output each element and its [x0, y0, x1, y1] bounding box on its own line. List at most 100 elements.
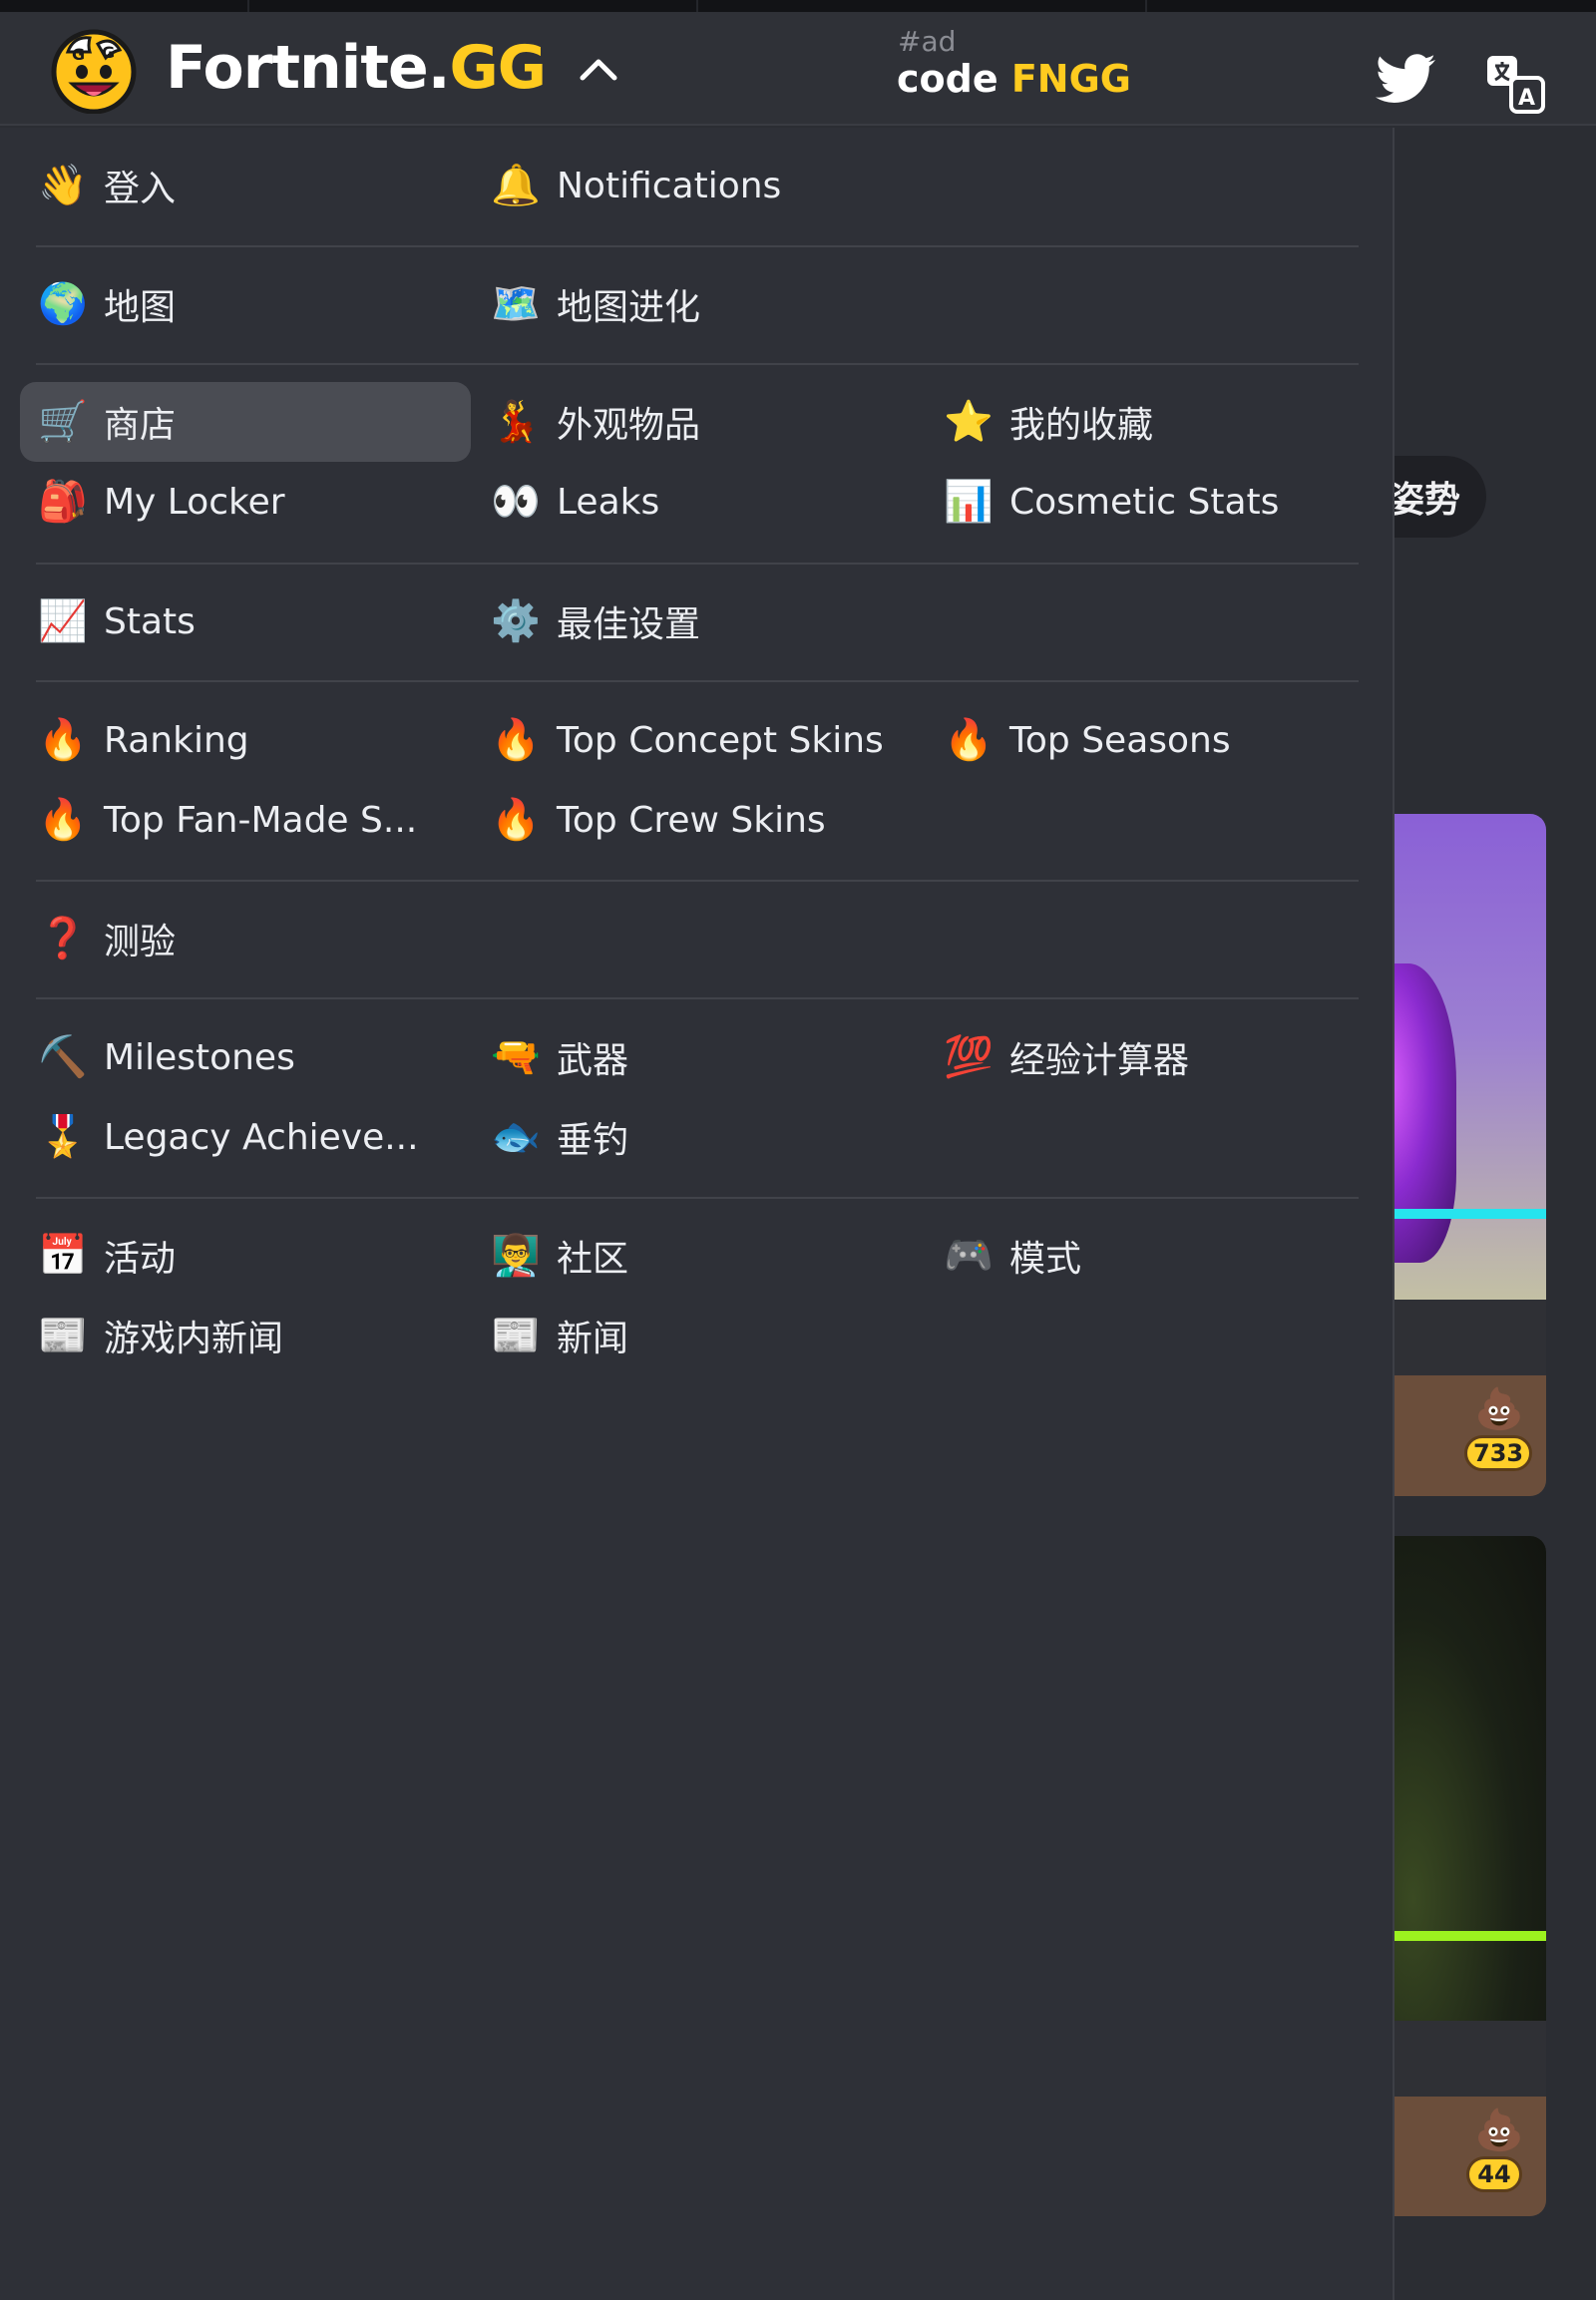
bell-icon: 🔔 [491, 163, 541, 208]
menu-item-notifications[interactable]: 🔔 Notifications [473, 146, 924, 225]
menu-item-leaks[interactable]: 👀 Leaks [473, 462, 924, 542]
menu-section-progress: ⛏️ Milestones 🔫 武器 💯 经验计算器 🎖️ Legacy Ach… [36, 999, 1359, 1199]
menu-item-my-locker[interactable]: 🎒 My Locker [20, 462, 471, 542]
menu-item-legacy-achievements[interactable]: 🎖️ Legacy Achieve... [20, 1097, 471, 1177]
fire-icon: 🔥 [491, 797, 541, 843]
menu-item-ranking[interactable]: 🔥 Ranking [20, 700, 471, 780]
menu-item-label: 游戏内新闻 [104, 1319, 284, 1359]
menu-item-favorites[interactable]: ⭐ 我的收藏 [926, 382, 1377, 462]
menu-section-account: 👋 登入 🔔 Notifications [36, 128, 1359, 247]
menu-item-label: Leaks [557, 481, 660, 523]
menu-item-label: 外观物品 [557, 405, 701, 446]
gg-logo-face-icon[interactable]: G G [50, 26, 138, 114]
poop-icon: 💩 [1474, 2108, 1524, 2153]
game-controller-icon: 🎮 [944, 1233, 994, 1279]
newspaper-icon: 📰 [38, 1313, 88, 1358]
menu-item-label: Notifications [557, 165, 782, 206]
line-chart-icon: 📈 [38, 598, 88, 644]
svg-text:G: G [72, 45, 85, 64]
menu-item-xp-calculator[interactable]: 💯 经验计算器 [926, 1017, 1377, 1097]
vote-count-right[interactable]: 733 [1464, 1435, 1533, 1471]
menu-item-label: Top Crew Skins [557, 799, 826, 841]
menu-item-label: 地图进化 [557, 287, 701, 328]
menu-item-label: 社区 [557, 1239, 629, 1280]
menu-item-label: Top Seasons [1009, 719, 1231, 761]
vote-count-right[interactable]: 44 [1466, 2156, 1522, 2192]
chevron-up-icon[interactable] [577, 48, 620, 92]
menu-item-label: 地图 [104, 287, 177, 328]
menu-item-label: 商店 [104, 405, 177, 446]
ad-tag: #ad [898, 25, 957, 58]
menu-item-milestones[interactable]: ⛏️ Milestones [20, 1017, 471, 1097]
menu-item-fishing[interactable]: 🐟 垂钓 [473, 1097, 924, 1177]
menu-item-best-settings[interactable]: ⚙️ 最佳设置 [473, 581, 924, 661]
fish-icon: 🐟 [491, 1114, 541, 1160]
twitter-bird-icon[interactable] [1375, 54, 1436, 104]
menu-item-top-concept-skins[interactable]: 🔥 Top Concept Skins [473, 700, 924, 780]
menu-item-community[interactable]: 👨‍🏫 社区 [473, 1216, 924, 1296]
menu-item-label: Top Fan-Made S... [104, 799, 418, 841]
eyes-icon: 👀 [491, 479, 541, 525]
translate-icon[interactable]: A [1483, 52, 1547, 116]
newspaper-icon: 📰 [491, 1313, 541, 1358]
menu-item-map[interactable]: 🌍 地图 [20, 264, 471, 344]
menu-item-login[interactable]: 👋 登入 [20, 146, 471, 225]
menu-item-stats[interactable]: 📈 Stats [20, 581, 471, 661]
svg-text:G: G [102, 43, 115, 62]
menu-section-maps: 🌍 地图 🗺️ 地图进化 [36, 247, 1359, 365]
menu-section-shop: 🛒 商店 💃 外观物品 ⭐ 我的收藏 🎒 My Locker 👀 Leaks 📊… [20, 365, 1359, 565]
calendar-icon: 📅 [38, 1233, 88, 1279]
menu-item-weapons[interactable]: 🔫 武器 [473, 1017, 924, 1097]
menu-item-label: Milestones [104, 1036, 295, 1078]
world-map-icon: 🗺️ [491, 281, 541, 327]
menu-item-quiz[interactable]: ❓ 测验 [20, 899, 471, 978]
backpack-icon: 🎒 [38, 479, 88, 525]
ad-creator-code[interactable]: code FNGG [897, 60, 1131, 98]
brand-accent: GG [449, 33, 547, 103]
star-icon: ⭐ [944, 399, 994, 445]
fire-icon: 🔥 [38, 717, 88, 763]
brand-name[interactable]: Fortnite.GG [166, 38, 547, 98]
menu-item-events[interactable]: 📅 活动 [20, 1216, 471, 1296]
globe-icon: 🌍 [38, 281, 88, 327]
menu-item-label: 最佳设置 [557, 604, 701, 645]
menu-item-label: 武器 [557, 1040, 629, 1081]
menu-item-label: 测验 [104, 922, 177, 962]
menu-item-top-crew-skins[interactable]: 🔥 Top Crew Skins [473, 780, 924, 860]
water-pistol-icon: 🔫 [491, 1034, 541, 1080]
svg-text:A: A [1518, 86, 1535, 111]
brand-main: Fortnite. [166, 33, 450, 103]
menu-item-top-seasons[interactable]: 🔥 Top Seasons [926, 700, 1377, 780]
site-header: G G Fortnite.GG #ad code FNGG A [0, 12, 1596, 126]
navigation-menu: 👋 登入 🔔 Notifications 🌍 地图 🗺️ 地图进化 🛒 商店 💃… [0, 128, 1395, 2300]
menu-item-cosmetic-stats[interactable]: 📊 Cosmetic Stats [926, 462, 1377, 542]
dancer-icon: 💃 [491, 399, 541, 445]
menu-section-quiz: ❓ 测验 [36, 882, 1359, 999]
category-pill-label: 姿势 [1389, 480, 1461, 521]
menu-item-label: 经验计算器 [1009, 1040, 1190, 1081]
menu-item-label: 新闻 [557, 1319, 629, 1359]
menu-section-community: 📅 活动 👨‍🏫 社区 🎮 模式 📰 游戏内新闻 📰 新闻 [36, 1199, 1359, 1398]
menu-item-label: Cosmetic Stats [1009, 481, 1280, 523]
menu-item-top-fan-made-skins[interactable]: 🔥 Top Fan-Made S... [20, 780, 471, 860]
fire-icon: 🔥 [491, 717, 541, 763]
menu-item-shop[interactable]: 🛒 商店 [20, 382, 471, 462]
menu-item-map-evolution[interactable]: 🗺️ 地图进化 [473, 264, 924, 344]
menu-section-stats: 📈 Stats ⚙️ 最佳设置 [36, 565, 1359, 682]
menu-item-cosmetics[interactable]: 💃 外观物品 [473, 382, 924, 462]
poop-icon: 💩 [1474, 1386, 1524, 1432]
menu-item-label: 模式 [1009, 1239, 1082, 1280]
menu-item-label: My Locker [104, 481, 285, 523]
menu-section-rankings: 🔥 Ranking 🔥 Top Concept Skins 🔥 Top Seas… [36, 682, 1359, 882]
teacher-icon: 👨‍🏫 [491, 1233, 541, 1279]
hundred-points-icon: 💯 [944, 1034, 994, 1080]
menu-item-in-game-news[interactable]: 📰 游戏内新闻 [20, 1296, 471, 1375]
menu-item-label: 我的收藏 [1009, 405, 1154, 446]
menu-item-label: Top Concept Skins [557, 719, 884, 761]
menu-item-modes[interactable]: 🎮 模式 [926, 1216, 1377, 1296]
ad-code-prefix: code [897, 57, 1011, 101]
pickaxe-icon: ⛏️ [38, 1034, 88, 1080]
bar-chart-icon: 📊 [944, 479, 994, 525]
medal-icon: 🎖️ [38, 1114, 88, 1160]
menu-item-news[interactable]: 📰 新闻 [473, 1296, 924, 1375]
